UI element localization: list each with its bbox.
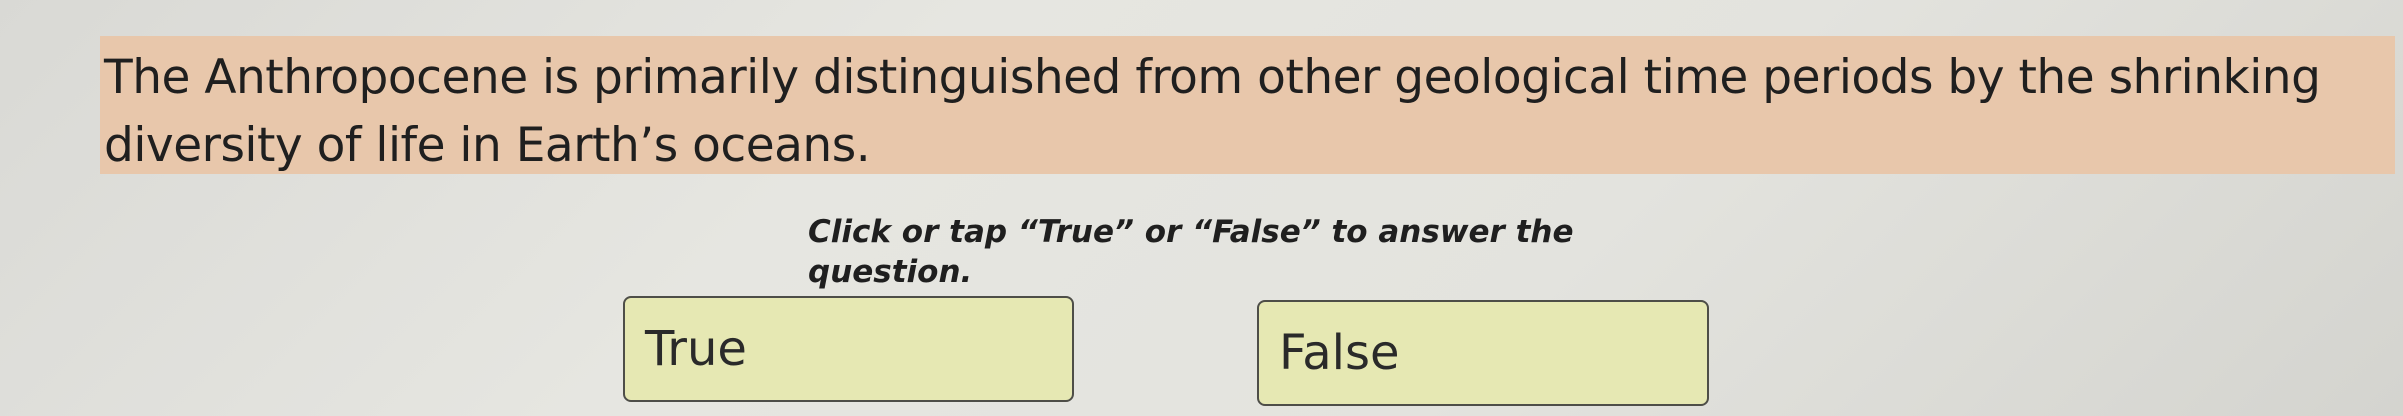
true-answer-label: True [645, 321, 747, 377]
false-answer-button[interactable]: False [1257, 300, 1709, 406]
question-text: The Anthropocene is primarily distinguis… [104, 50, 2321, 173]
false-answer-label: False [1279, 325, 1400, 381]
answer-instruction: Click or tap “True” or “False” to answer… [808, 214, 1574, 290]
true-answer-button[interactable]: True [623, 296, 1074, 402]
